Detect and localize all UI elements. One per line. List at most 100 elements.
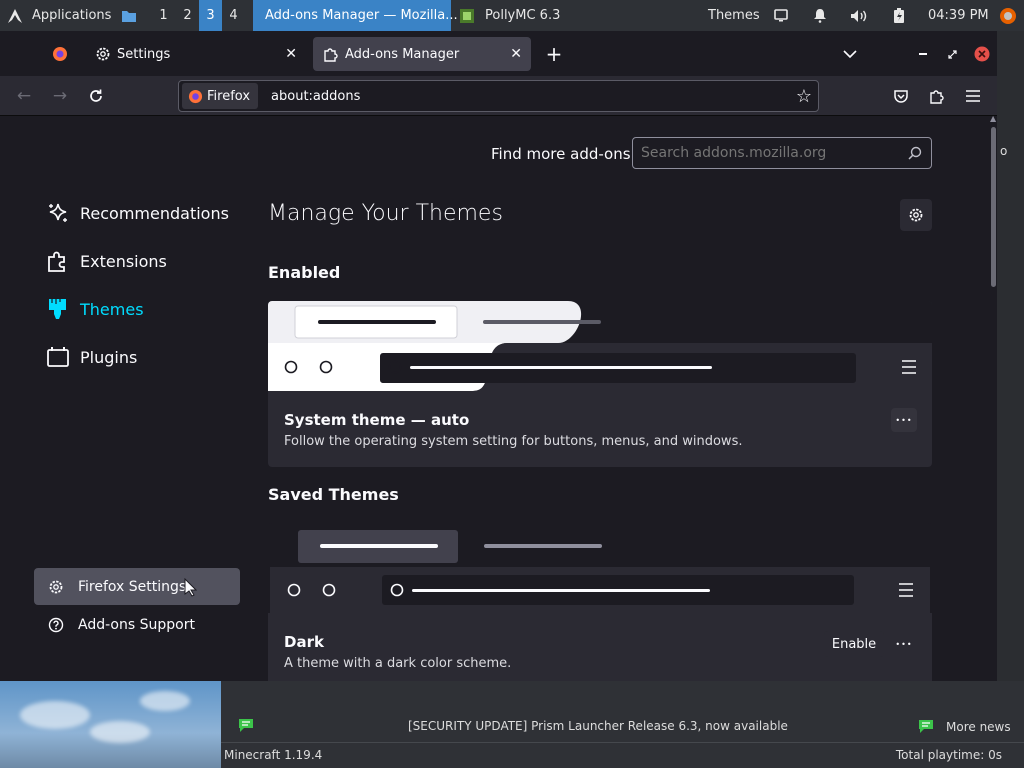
clock[interactable]: 04:39 PM [928, 0, 989, 31]
arch-logo-icon [8, 8, 22, 23]
puzzle-icon [930, 90, 944, 104]
addons-search-input[interactable] [641, 143, 896, 163]
maximize-button[interactable] [942, 37, 962, 71]
category-label: Themes [80, 299, 144, 319]
tab-strip: Settings ✕ Add-ons Manager ✕ + [0, 31, 997, 76]
pollymc-icon [460, 8, 474, 23]
url-text[interactable]: about:addons [271, 89, 360, 104]
folder-icon [122, 10, 136, 22]
themes-button[interactable]: Themes [708, 0, 760, 31]
new-tab-button[interactable]: + [540, 37, 568, 71]
bookmark-star-icon[interactable]: ☆ [796, 86, 812, 107]
search-icon [908, 146, 922, 160]
tab-addons-label: Add-ons Manager [345, 46, 460, 62]
workspace-2[interactable]: 2 [176, 0, 199, 31]
category-plugins[interactable]: Plugins [46, 342, 137, 372]
category-recommendations[interactable]: Recommendations [46, 198, 229, 228]
more-news-label: More news [946, 719, 1011, 734]
reload-icon [90, 89, 102, 102]
user-menu[interactable] [999, 0, 1017, 31]
theme-description: Follow the operating system setting for … [284, 434, 743, 449]
close-tab-icon[interactable]: ✕ [285, 46, 297, 62]
addons-support-link[interactable]: Add-ons Support [34, 606, 240, 643]
list-all-tabs-button[interactable] [836, 37, 864, 71]
more-options-button[interactable]: ••• [891, 408, 917, 432]
display-icon [774, 9, 788, 22]
close-window-button[interactable] [972, 37, 992, 71]
tab-addons-manager[interactable]: Add-ons Manager ✕ [313, 37, 531, 71]
back-button[interactable]: ← [8, 80, 40, 112]
theme-options-button[interactable] [900, 199, 932, 231]
category-label: Plugins [80, 347, 138, 367]
category-extensions[interactable]: Extensions [46, 246, 167, 276]
enable-theme-button[interactable]: Enable [824, 631, 884, 657]
saved-theme-card-dark[interactable]: Dark A theme with a dark color scheme. E… [268, 523, 932, 681]
category-label: Extensions [80, 251, 167, 271]
more-options-button[interactable]: ••• [891, 632, 917, 656]
minimize-icon [919, 53, 927, 55]
applications-menu[interactable]: Applications [7, 0, 111, 31]
battery-charging-icon [894, 7, 904, 23]
category-label: Recommendations [80, 203, 229, 223]
task-firefox[interactable]: Add-ons Manager — Mozilla... [253, 0, 458, 31]
tab-settings-label: Settings [117, 46, 171, 62]
workspace-3[interactable]: 3 [199, 0, 222, 31]
more-news-button[interactable]: More news [918, 711, 1011, 742]
volume-tray[interactable] [850, 0, 868, 31]
page-scrollbar[interactable]: ▲ [990, 114, 997, 681]
reload-button[interactable] [80, 80, 112, 112]
minimize-button[interactable] [913, 37, 933, 71]
forward-button[interactable]: → [44, 80, 76, 112]
identity-label: Firefox [207, 88, 251, 104]
total-playtime: Total playtime: 0s [895, 748, 1002, 762]
status-bar: Minecraft 1.19.4 Total playtime: 0s [221, 742, 1024, 768]
enabled-theme-card[interactable]: System theme — auto Follow the operating… [268, 301, 932, 467]
workspace-1[interactable]: 1 [152, 0, 175, 31]
arrow-right-icon: → [52, 86, 68, 106]
task-pollymc[interactable]: PollyMC 6.3 [455, 0, 565, 31]
paintbrush-icon [49, 299, 66, 319]
news-icon [239, 719, 253, 732]
category-themes[interactable]: Themes [46, 294, 144, 324]
dark-theme-preview [268, 523, 932, 613]
enabled-heading: Enabled [268, 263, 341, 282]
hamburger-icon [966, 90, 980, 102]
app-menu-button[interactable] [957, 80, 989, 112]
workspace-4[interactable]: 4 [222, 0, 245, 31]
firefox-settings-label: Firefox Settings [78, 578, 187, 595]
close-tab-icon[interactable]: ✕ [510, 46, 522, 62]
applications-label: Applications [32, 8, 112, 23]
news-headline[interactable]: [SECURITY UPDATE] Prism Launcher Release… [408, 719, 788, 733]
arrow-left-icon: ← [16, 86, 32, 106]
find-more-label: Find more add-ons [491, 145, 631, 163]
bell-icon [814, 9, 826, 23]
puzzle-icon [324, 48, 338, 62]
tab-settings[interactable]: Settings ✕ [85, 37, 307, 71]
plugin-icon [47, 347, 69, 367]
pocket-button[interactable] [885, 80, 917, 112]
sparkle-icon [49, 203, 67, 222]
theme-description: A theme with a dark color scheme. [284, 656, 512, 671]
display-tray[interactable] [774, 0, 788, 31]
firefox-view-button[interactable] [44, 37, 76, 71]
firefox-account-icon [1000, 7, 1016, 24]
plus-icon: + [545, 42, 563, 66]
file-manager-launcher[interactable] [121, 0, 137, 31]
task-firefox-label: Add-ons Manager — Mozilla... [265, 8, 458, 23]
identity-box[interactable]: Firefox [182, 83, 259, 109]
notifications-tray[interactable] [813, 0, 827, 31]
system-theme-preview [268, 301, 932, 391]
more-options-label: ••• [895, 639, 913, 649]
addons-support-label: Add-ons Support [78, 616, 195, 633]
firefox-settings-link[interactable]: Firefox Settings [34, 568, 240, 605]
battery-tray[interactable] [893, 0, 905, 31]
scrollbar-up-arrow[interactable]: ▲ [990, 114, 996, 123]
minecraft-version: Minecraft 1.19.4 [224, 748, 323, 762]
theme-name: Dark [284, 633, 324, 651]
url-bar[interactable]: Firefox about:addons ☆ [178, 80, 819, 112]
scrollbar-thumb[interactable] [991, 127, 996, 287]
extensions-button[interactable] [921, 80, 953, 112]
addons-search[interactable] [632, 137, 932, 169]
puzzle-icon [48, 251, 65, 272]
theme-name: System theme — auto [284, 411, 470, 429]
